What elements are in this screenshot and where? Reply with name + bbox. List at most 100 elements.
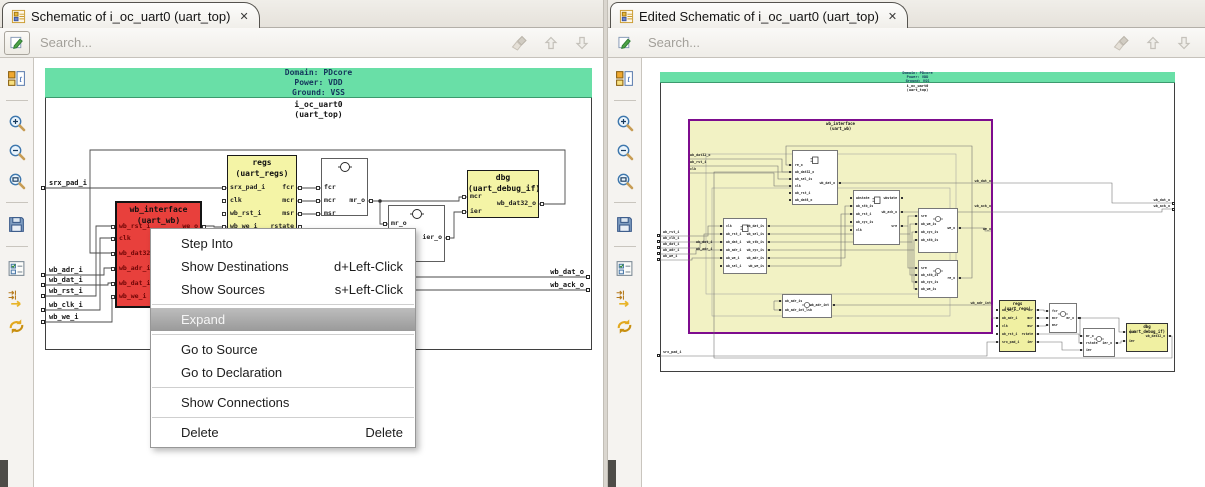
net-label: we_o	[982, 227, 991, 232]
instance-info-icon[interactable]: t	[4, 66, 30, 90]
trace-signals-icon[interactable]	[4, 285, 30, 309]
port-stub	[959, 277, 961, 279]
port-label: clk	[795, 183, 801, 188]
port-stub	[789, 164, 791, 166]
block-dbg[interactable]: dbg (uart_debug_if) mcr ier wb_dat32_o	[462, 170, 544, 218]
port-label: wb_dat_i	[726, 239, 742, 244]
refresh-icon[interactable]	[4, 314, 30, 338]
port-label: wb_we_is	[921, 221, 937, 226]
port-stub	[462, 210, 466, 214]
net-label: wb_dat_i	[696, 240, 713, 245]
block-b[interactable]: wbstate wb_stb_is wb_rst_i wb_cyc_is clk wbst…	[850, 190, 903, 245]
port-stub	[915, 223, 917, 225]
port-label: wb_sel_i	[726, 263, 742, 268]
net-label: wb_dat32_o	[690, 153, 711, 158]
port-stub	[1123, 331, 1125, 333]
block-gate1[interactable]: fcr mcr msr mr_o	[316, 158, 373, 216]
tab-edited-schematic[interactable]: Edited Schematic of i_oc_uart0 (uart_top…	[610, 2, 909, 29]
menu-item-expand[interactable]: Expand	[151, 308, 415, 331]
menu-item-show-destinations[interactable]: Show Destinations d+Left-Click	[151, 255, 415, 278]
toolbar-separator	[5, 246, 28, 247]
search-input[interactable]	[38, 34, 511, 51]
menu-item-go-to-declaration[interactable]: Go to Declaration	[151, 361, 415, 384]
refresh-icon[interactable]	[612, 314, 638, 338]
menu-separator	[152, 304, 414, 305]
svg-text:t: t	[627, 75, 630, 85]
menu-item-show-connections[interactable]: Show Connections	[151, 391, 415, 414]
pin-marker	[586, 275, 590, 279]
pin-label: wb_we_i	[663, 253, 678, 258]
zoom-fit-icon[interactable]	[612, 168, 638, 192]
port-label: fcr	[1052, 308, 1058, 313]
filter-options-icon[interactable]	[612, 256, 638, 280]
tab-bar: Edited Schematic of i_oc_uart0 (uart_top…	[608, 0, 1205, 29]
port-stub	[1123, 340, 1125, 342]
tab-bar: Schematic of i_oc_uart0 (uart_top) ✕	[0, 0, 603, 29]
menu-item-go-to-source[interactable]: Go to Source	[151, 338, 415, 361]
pin-label: wb_clk_i	[663, 235, 680, 240]
instance-info-icon[interactable]: t	[612, 66, 638, 90]
previous-icon[interactable]	[1144, 34, 1162, 52]
save-icon[interactable]	[4, 212, 30, 236]
next-icon[interactable]	[1175, 34, 1193, 52]
zoom-in-icon[interactable]	[4, 110, 30, 134]
port-stub	[1080, 335, 1082, 337]
menu-separator	[152, 334, 414, 335]
zoom-fit-icon[interactable]	[4, 168, 30, 192]
previous-icon[interactable]	[542, 34, 560, 52]
zoom-out-icon[interactable]	[612, 139, 638, 163]
menu-item-delete[interactable]: Delete Delete	[151, 421, 415, 444]
tab-title: Schematic of i_oc_uart0 (uart_top)	[31, 8, 231, 24]
port-stub	[540, 202, 544, 206]
block-e[interactable]: sre wb_stb_is wb_cyc_is wb_we_is re_o	[915, 260, 961, 298]
schematic-icon	[11, 9, 26, 24]
clear-icon[interactable]	[511, 34, 529, 52]
tab-close-icon[interactable]: ✕	[888, 10, 897, 23]
port-stub	[850, 205, 852, 207]
search-toolbar	[608, 28, 1205, 58]
pin-label: wb_adr_i	[663, 247, 680, 252]
port-label: wb_rst_i	[119, 222, 151, 231]
tab-close-icon[interactable]: ✕	[239, 10, 248, 23]
annotate-button[interactable]	[612, 31, 638, 55]
menu-item-show-sources[interactable]: Show Sources s+Left-Click	[151, 278, 415, 301]
block-regs2[interactable]: regs (uart_regs) wb_we_i wb_adr_i clk wb_rst_…	[996, 300, 1039, 352]
port-label: re_o	[795, 162, 803, 167]
port-label: wb_rst_i	[230, 209, 262, 218]
port-label: wb_adr_int	[809, 302, 829, 307]
save-icon[interactable]	[612, 212, 638, 236]
port-label: re_o	[947, 275, 955, 280]
block-gs1[interactable]: fcr mcr msr mr_o	[1046, 303, 1080, 333]
minimized-view-bar[interactable]	[608, 460, 616, 487]
zoom-in-icon[interactable]	[612, 110, 638, 134]
trace-signals-icon[interactable]	[612, 285, 638, 309]
annotate-button[interactable]	[4, 30, 30, 55]
port-stub	[298, 186, 302, 190]
menu-item-step-into[interactable]: Step Into	[151, 232, 415, 255]
pin-marker	[657, 245, 660, 249]
menu-item-accel: Delete	[365, 425, 403, 440]
block-f[interactable]: wb_adr_is wb_adr_int_lsb wb_adr_int	[779, 294, 835, 318]
minimized-view-bar[interactable]	[0, 460, 8, 487]
block-c[interactable]: clk wb_rst_i wb_dat_i wb_adr_i wb_we_i wb_sel…	[720, 218, 770, 274]
pin-label: wb_we_i	[49, 313, 79, 321]
port-label: srx_pad_i	[1002, 339, 1020, 344]
block-dbg2[interactable]: dbg (uart_debug_if) mcr ier wb_dat32_o	[1123, 323, 1171, 352]
block-a[interactable]: re_o wb_dat32_o wb_sel_is clk wb_rst_i wb_dat…	[789, 150, 841, 205]
search-input[interactable]	[646, 34, 1113, 51]
next-icon[interactable]	[573, 34, 591, 52]
port-label: wb_cyc_is	[856, 219, 874, 224]
port-stub	[298, 212, 302, 216]
port-label: wb_we_is	[921, 286, 937, 291]
clear-icon[interactable]	[1113, 34, 1131, 52]
zoom-out-icon[interactable]	[4, 139, 30, 163]
block-gs2[interactable]: mr_o rstate ier ier_o	[1080, 328, 1118, 357]
block-d[interactable]: sre wb_we_is wb_cyc_is wb_stb_is we_o	[915, 208, 961, 253]
port-label: wb_dat_o	[819, 180, 835, 185]
tab-schematic[interactable]: Schematic of i_oc_uart0 (uart_top) ✕	[2, 2, 260, 29]
gate-icon	[409, 207, 425, 226]
port-label: wb_stb_is	[921, 272, 939, 277]
filter-options-icon[interactable]	[4, 256, 30, 280]
port-stub	[996, 325, 998, 327]
pin-marker	[1172, 201, 1175, 205]
